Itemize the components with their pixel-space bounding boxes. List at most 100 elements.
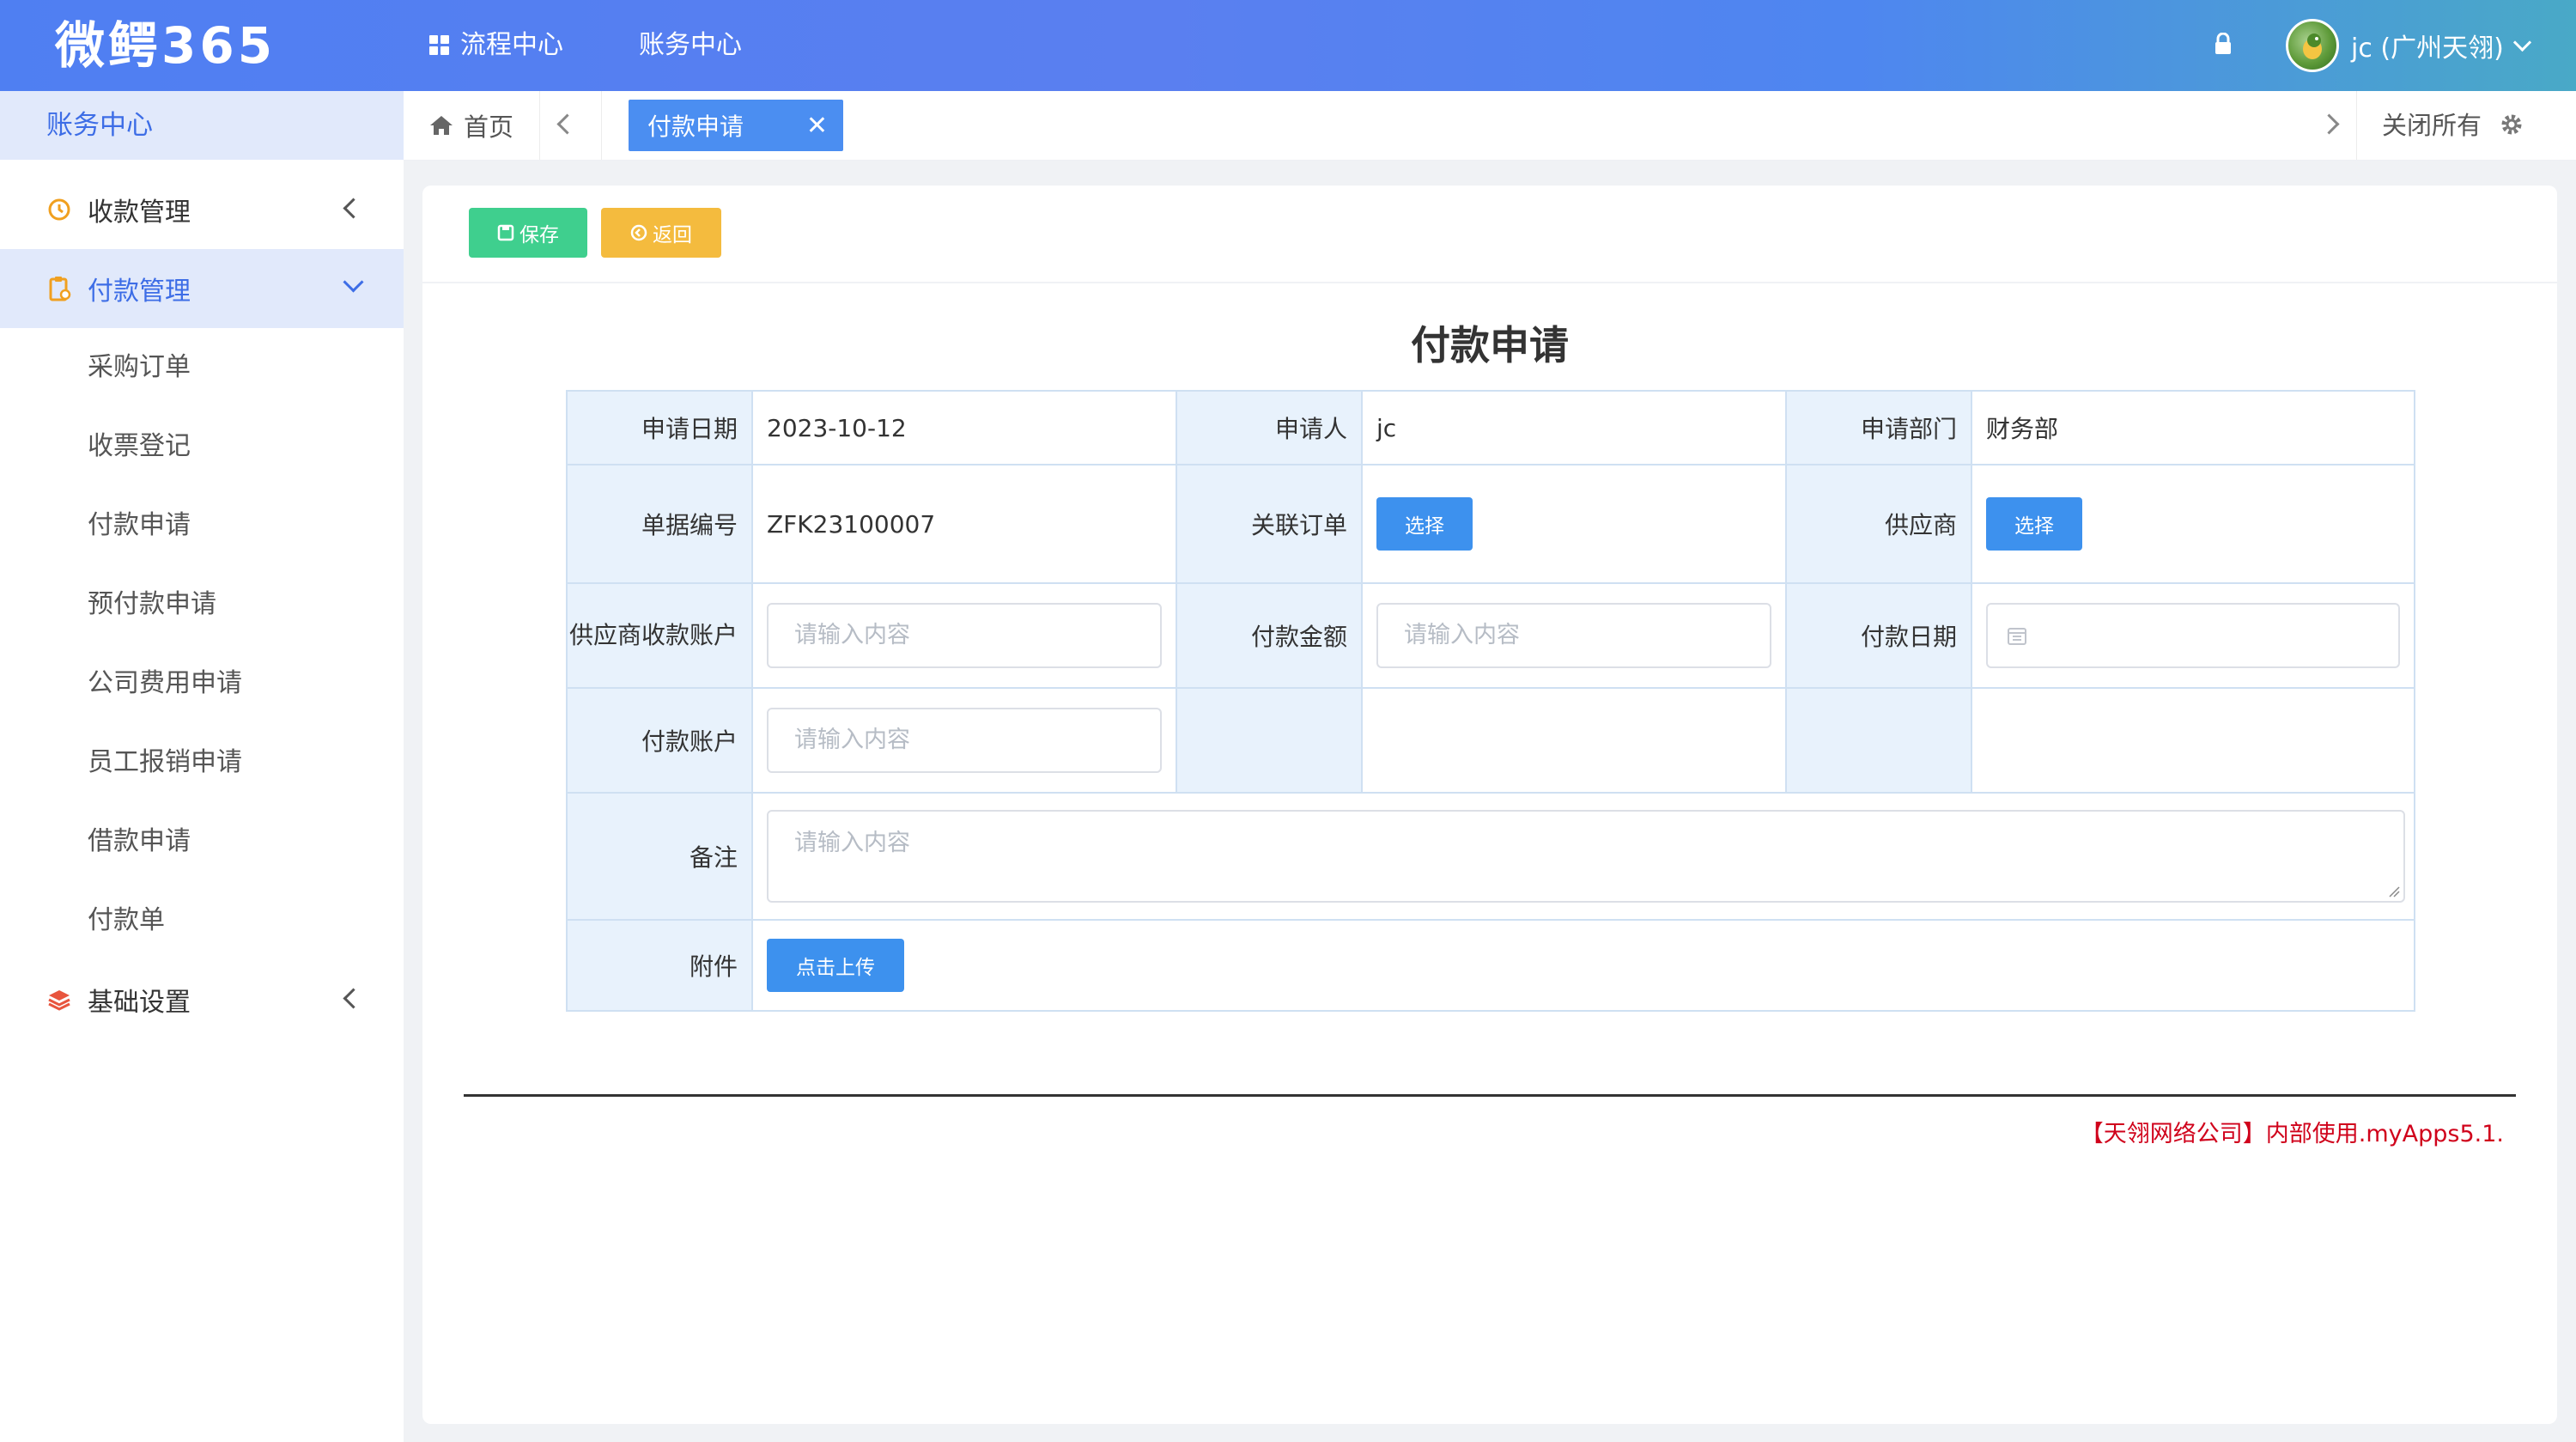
tab-bar: 首页 付款申请 ✕ 关闭所有 <box>404 91 2576 161</box>
form-row: 付款账户 请输入内容 <box>566 687 2415 794</box>
tab-label: 付款申请 <box>647 113 744 141</box>
form-row: 附件 点击上传 <box>566 919 2415 1012</box>
pay-date-cell <box>1971 582 2415 689</box>
chevron-down-icon <box>2512 33 2531 52</box>
supplier-account-input[interactable]: 请输入内容 <box>767 603 1162 668</box>
upload-button[interactable]: 点击上传 <box>767 939 904 992</box>
pay-account-input[interactable]: 请输入内容 <box>767 708 1162 773</box>
remark-cell: 请输入内容 <box>751 792 2415 921</box>
sidebar-item-loan-request[interactable]: 借款申请 <box>0 802 404 881</box>
value-applicant: jc <box>1361 390 1787 465</box>
empty-label-cell <box>1785 687 1972 794</box>
tab-home-label: 首页 <box>464 113 514 142</box>
chevron-down-icon <box>343 271 364 293</box>
user-name: jc (广州天翎) <box>2351 33 2504 64</box>
app-logo: 微鳄365 <box>55 16 276 75</box>
supplier-account-cell: 请输入内容 <box>751 582 1177 689</box>
sidebar-item-company-expense[interactable]: 公司费用申请 <box>0 644 404 723</box>
form-title: 付款申请 <box>1411 322 1569 368</box>
footer-divider <box>464 1094 2516 1097</box>
value-department: 财务部 <box>1971 390 2415 465</box>
tab-home[interactable]: 首页 <box>429 91 513 160</box>
sidebar-group-label: 收款管理 <box>88 198 191 228</box>
form-toolbar: 保存 返回 <box>422 186 2557 283</box>
remark-placeholder: 请输入内容 <box>794 830 910 856</box>
sidebar-item-invoice-register[interactable]: 收票登记 <box>0 407 404 486</box>
label-doc-no: 单据编号 <box>566 464 753 584</box>
label-pay-account: 付款账户 <box>566 687 753 794</box>
calendar-icon <box>2008 628 2026 645</box>
value-doc-no: ZFK23100007 <box>751 464 1177 584</box>
attachment-cell: 点击上传 <box>751 919 2415 1012</box>
resize-handle-icon[interactable] <box>2388 885 2400 897</box>
sidebar-title: 账务中心 <box>0 91 404 160</box>
form-row: 申请日期 2023-10-12 申请人 jc 申请部门 财务部 <box>566 390 2415 465</box>
save-button[interactable]: 保存 <box>469 208 587 258</box>
value-apply-date: 2023-10-12 <box>751 390 1177 465</box>
grid-icon <box>429 35 450 56</box>
select-order-button[interactable]: 选择 <box>1376 497 1473 551</box>
chevron-left-icon <box>343 988 364 1009</box>
divider <box>2356 91 2357 160</box>
empty-value-cell <box>1971 687 2415 794</box>
nav-flow-center[interactable]: 流程中心 <box>429 0 563 91</box>
close-icon[interactable]: ✕ <box>806 111 828 141</box>
chevron-right-icon[interactable] <box>2318 113 2340 135</box>
divider <box>601 91 602 160</box>
label-supplier: 供应商 <box>1785 464 1972 584</box>
label-applicant: 申请人 <box>1176 390 1363 465</box>
label-attachment: 附件 <box>566 919 753 1012</box>
pay-account-cell: 请输入内容 <box>751 687 1177 794</box>
amount-cell: 请输入内容 <box>1361 582 1787 689</box>
sidebar-group-label: 付款管理 <box>88 277 191 307</box>
label-related-order: 关联订单 <box>1176 464 1363 584</box>
sidebar-item-prepayment-request[interactable]: 预付款申请 <box>0 565 404 644</box>
label-department: 申请部门 <box>1785 390 1972 465</box>
back-circle-icon <box>630 224 647 241</box>
nav-account-center-label: 账务中心 <box>639 30 742 60</box>
tab-payment-request[interactable]: 付款申请 ✕ <box>629 100 843 151</box>
back-label: 返回 <box>653 224 692 246</box>
select-supplier-button[interactable]: 选择 <box>1986 497 2082 551</box>
empty-value-cell <box>1361 687 1787 794</box>
sidebar-item-employee-reimbursement[interactable]: 员工报销申请 <box>0 723 404 802</box>
label-remark: 备注 <box>566 792 753 921</box>
sidebar-group-label: 基础设置 <box>88 988 191 1018</box>
sidebar-group-collection[interactable]: 收款管理 <box>0 170 404 249</box>
dinosaur-icon <box>2303 33 2322 59</box>
collection-icon <box>46 197 72 222</box>
sidebar-item-payment-slip[interactable]: 付款单 <box>0 881 404 960</box>
sidebar-group-payment[interactable]: 付款管理 <box>0 249 404 328</box>
home-icon <box>430 116 453 135</box>
nav-account-center[interactable]: 账务中心 <box>639 0 742 91</box>
label-pay-date: 付款日期 <box>1785 582 1972 689</box>
chevron-left-icon[interactable] <box>556 113 578 135</box>
sidebar-item-purchase-order[interactable]: 采购订单 <box>0 328 404 407</box>
lock-icon[interactable] <box>2214 33 2233 55</box>
amount-input[interactable]: 请输入内容 <box>1376 603 1771 668</box>
footer-notice: 【天翎网络公司】内部使用.myApps5.1. <box>2080 1121 2504 1147</box>
top-nav: 流程中心 账务中心 <box>429 0 817 91</box>
save-label: 保存 <box>519 224 559 246</box>
form-row: 单据编号 ZFK23100007 关联订单 选择 供应商 选择 <box>566 464 2415 584</box>
gear-icon[interactable] <box>2499 112 2524 137</box>
avatar <box>2286 19 2339 72</box>
payment-form-table: 申请日期 2023-10-12 申请人 jc 申请部门 财务部 单据编号 ZFK… <box>566 390 2415 1012</box>
sidebar-group-basic-settings[interactable]: 基础设置 <box>0 960 404 1039</box>
empty-label-cell <box>1176 687 1363 794</box>
form-row: 供应商收款账户 请输入内容 付款金额 请输入内容 付款日期 <box>566 582 2415 689</box>
sidebar-item-payment-request[interactable]: 付款申请 <box>0 486 404 565</box>
divider <box>539 91 540 160</box>
supplier-cell: 选择 <box>1971 464 2415 584</box>
close-all-tabs[interactable]: 关闭所有 <box>2382 91 2482 160</box>
layers-icon <box>46 987 72 1013</box>
label-apply-date: 申请日期 <box>566 390 753 465</box>
back-button[interactable]: 返回 <box>601 208 721 258</box>
content-card: 保存 返回 付款申请 申请日期 2023-10-12 申请人 jc 申请部门 财… <box>422 186 2557 1424</box>
save-icon <box>497 224 514 241</box>
user-menu[interactable]: jc (广州天翎) <box>2286 12 2531 79</box>
pay-date-picker[interactable] <box>1986 603 2400 668</box>
remark-textarea[interactable]: 请输入内容 <box>767 810 2405 903</box>
clipboard-icon <box>46 276 72 301</box>
label-supplier-account: 供应商收款账户 <box>566 582 753 689</box>
